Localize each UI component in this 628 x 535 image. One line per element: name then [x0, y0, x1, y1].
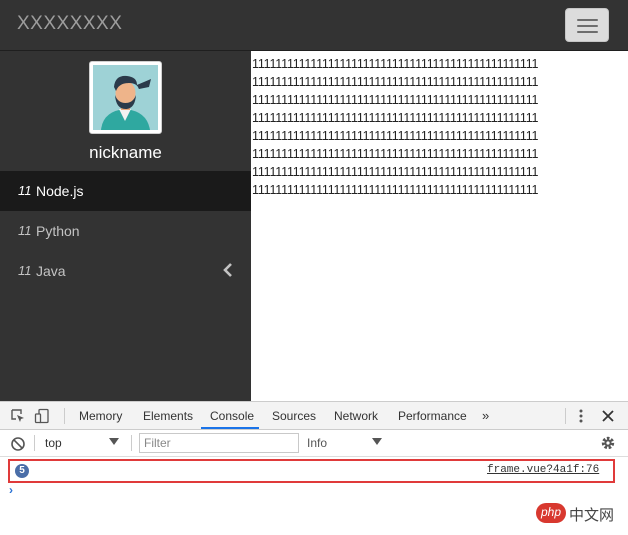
nickname-label: nickname [89, 143, 162, 162]
menu-item-label: Python [36, 223, 80, 239]
tab-network[interactable]: Network [334, 409, 378, 423]
kebab-menu-icon[interactable] [573, 408, 589, 424]
more-tabs-button[interactable]: » [482, 408, 489, 423]
content-line: 1111111111111111111111111111111111111111… [252, 183, 539, 197]
log-level-selector[interactable]: Info [307, 436, 327, 450]
source-link[interactable]: frame.vue?4a1f:76 [487, 464, 599, 476]
sidebar-item-python[interactable]: 11 Python [0, 211, 251, 251]
console-toolbar: top Info [0, 430, 628, 457]
toolbar-divider [131, 435, 132, 451]
hamburger-bar [577, 19, 598, 21]
console-message-row[interactable]: 5 frame.vue?4a1f:76 [13, 463, 610, 479]
toolbar-divider [565, 408, 566, 424]
clear-console-icon[interactable] [10, 436, 26, 452]
brand-title[interactable]: XXXXXXXX [17, 13, 122, 35]
watermark-logo: php [536, 503, 566, 523]
content-line: 1111111111111111111111111111111111111111… [252, 111, 539, 125]
gear-icon[interactable] [600, 435, 616, 451]
dropdown-arrow-icon[interactable] [109, 438, 119, 446]
content-line: 1111111111111111111111111111111111111111… [252, 147, 539, 161]
tab-memory[interactable]: Memory [79, 409, 122, 423]
menu-item-label: Node.js [36, 183, 84, 199]
close-icon[interactable] [600, 408, 616, 424]
tab-performance[interactable]: Performance [398, 409, 467, 423]
toolbar-divider [64, 408, 65, 424]
dropdown-arrow-icon[interactable] [372, 438, 382, 446]
hamburger-bar [577, 31, 598, 33]
sidebar-item-java[interactable]: 11 Java [0, 251, 251, 291]
content-line: 1111111111111111111111111111111111111111… [252, 129, 539, 143]
hamburger-bar [577, 25, 598, 27]
devtools-panel: Memory Elements Console Sources Network … [0, 401, 628, 535]
content-line: 1111111111111111111111111111111111111111… [252, 75, 539, 89]
toolbar-divider [34, 435, 35, 451]
tab-console[interactable]: Console [210, 409, 254, 423]
menu-item-number: 11 [18, 263, 32, 278]
highlighted-log-entry: 5 frame.vue?4a1f:76 [8, 459, 615, 483]
content-line: 1111111111111111111111111111111111111111… [252, 93, 539, 107]
tab-sources[interactable]: Sources [272, 409, 316, 423]
tab-elements[interactable]: Elements [143, 409, 193, 423]
console-prompt[interactable]: › [9, 483, 13, 497]
top-navbar: XXXXXXXX [0, 0, 628, 51]
devtools-tab-bar: Memory Elements Console Sources Network … [0, 402, 628, 430]
chevron-left-icon[interactable] [222, 263, 234, 277]
content-line: 1111111111111111111111111111111111111111… [252, 57, 539, 71]
device-toolbar-icon[interactable] [34, 408, 50, 424]
inspect-element-icon[interactable] [10, 408, 26, 424]
menu-item-number: 11 [18, 183, 32, 198]
avatar-illustration-icon [93, 65, 158, 130]
content-line: 1111111111111111111111111111111111111111… [252, 165, 539, 179]
sidebar-item-nodejs[interactable]: 11 Node.js [0, 171, 251, 211]
watermark-text: 中文网 [569, 507, 615, 524]
menu-item-number: 11 [18, 223, 32, 238]
repeat-count-badge: 5 [15, 464, 29, 478]
main-content: 1111111111111111111111111111111111111111… [251, 51, 628, 401]
avatar[interactable] [89, 61, 162, 134]
menu-toggle-button[interactable] [565, 8, 609, 42]
sidebar: nickname 11 Node.js 11 Python 11 Java [0, 51, 251, 401]
console-filter-input[interactable] [139, 433, 299, 453]
active-tab-indicator [201, 427, 259, 429]
context-selector[interactable]: top [45, 436, 62, 450]
menu-item-label: Java [36, 263, 66, 279]
